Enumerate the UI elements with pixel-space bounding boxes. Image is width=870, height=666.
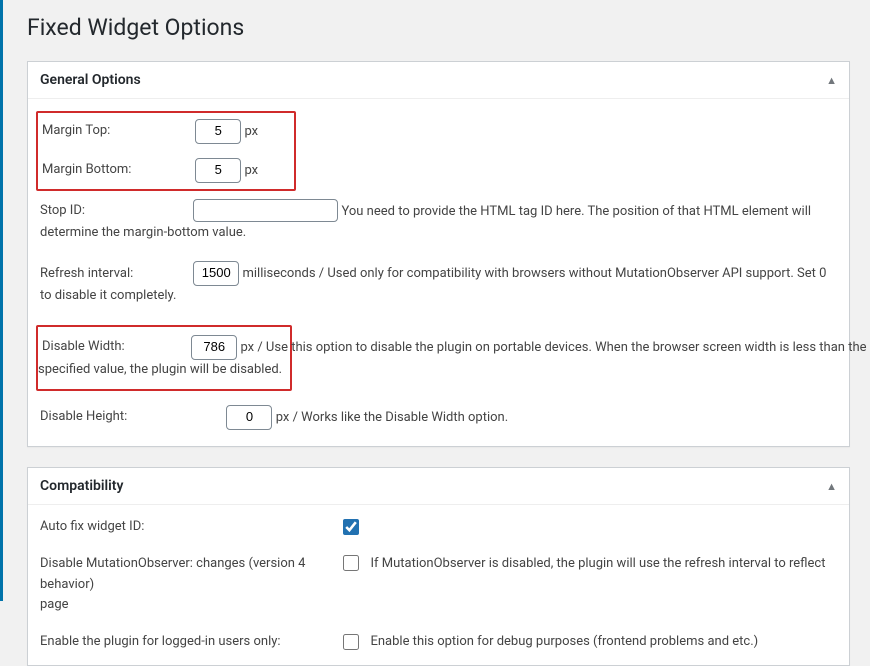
logged-in-checkbox[interactable]	[343, 634, 359, 650]
refresh-interval-label: Refresh interval:	[40, 264, 190, 285]
autofix-label: Auto fix widget ID:	[40, 517, 340, 538]
disable-height-input[interactable]	[226, 405, 272, 430]
margin-top-input[interactable]	[195, 119, 241, 144]
refresh-interval-input[interactable]	[193, 261, 239, 286]
disable-width-label: Disable Width:	[38, 337, 188, 358]
margin-bottom-input[interactable]	[195, 158, 241, 183]
triangle-up-icon[interactable]: ▲	[826, 480, 837, 493]
stop-id-input[interactable]	[193, 199, 338, 222]
margin-top-unit: px	[244, 124, 258, 139]
disable-height-label: Disable Height:	[40, 407, 190, 428]
autofix-checkbox[interactable]	[343, 519, 359, 535]
margin-bottom-label: Margin Bottom:	[42, 160, 192, 181]
general-options-header[interactable]: General Options ▲	[28, 62, 849, 99]
stop-id-label: Stop ID:	[40, 201, 190, 222]
triangle-up-icon[interactable]: ▲	[826, 74, 837, 87]
disable-mo-checkbox[interactable]	[343, 555, 359, 571]
page-title: Fixed Widget Options	[27, 14, 850, 41]
logged-in-desc: Enable this option for debug purposes (f…	[370, 634, 758, 649]
general-options-heading-text: General Options	[40, 72, 141, 88]
disable-width-input[interactable]	[191, 335, 237, 360]
highlight-box-margins: Margin Top: px Margin Bottom: px	[36, 111, 296, 191]
margin-bottom-unit: px	[244, 163, 258, 178]
compatibility-panel: Compatibility ▲ Auto fix widget ID: Disa…	[27, 467, 850, 666]
logged-in-label: Enable the plugin for logged-in users on…	[40, 632, 340, 653]
disable-height-desc: px / Works like the Disable Width option…	[276, 410, 508, 425]
highlight-box-disable-width: Disable Width: px / Use this option to d…	[36, 325, 292, 391]
disable-mo-label: Disable MutationObserver: changes (versi…	[40, 554, 340, 596]
margin-top-label: Margin Top:	[42, 121, 192, 142]
compatibility-heading-text: Compatibility	[40, 478, 123, 494]
general-options-panel: General Options ▲ Margin Top: px Margin …	[27, 61, 850, 447]
compatibility-header[interactable]: Compatibility ▲	[28, 468, 849, 505]
